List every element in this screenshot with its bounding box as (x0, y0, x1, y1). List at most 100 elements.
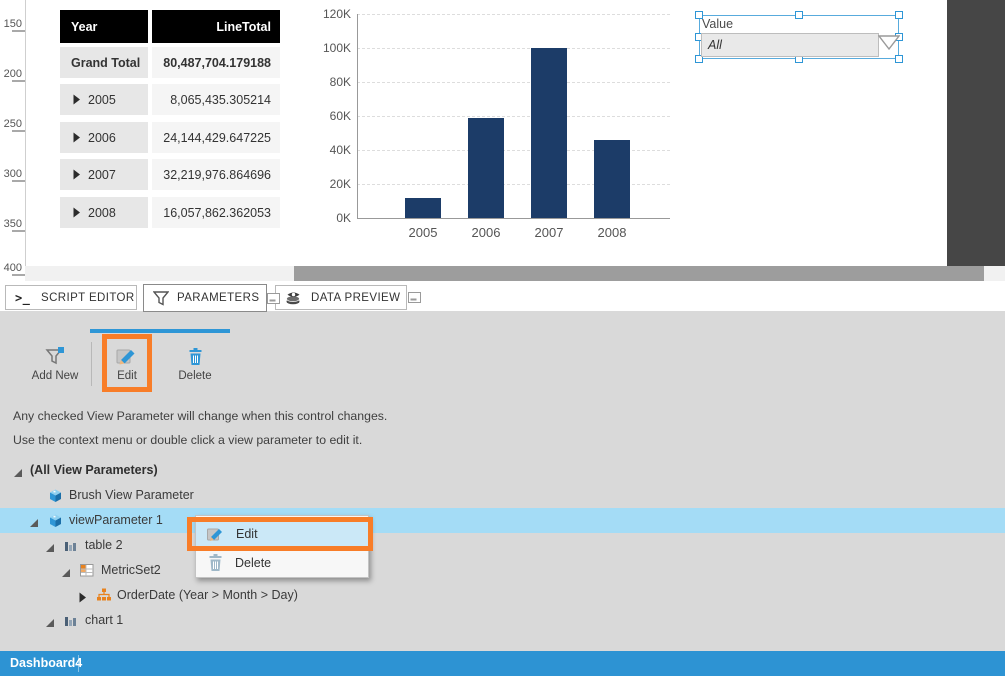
ruler-mark: 150 (0, 18, 22, 30)
tab-data-preview[interactable]: DATA PREVIEW (275, 285, 407, 310)
menu-item-label: Delete (235, 556, 271, 570)
hierarchy-icon (96, 588, 112, 602)
y-axis-tick-label: 120K (307, 7, 351, 21)
parameters-panel: Add NewEditDelete Any checked View Param… (0, 311, 1005, 651)
ruler-tick (12, 30, 25, 32)
expand-icon[interactable] (77, 590, 87, 608)
tab-script-editor[interactable]: >_SCRIPT EDITOR (5, 285, 137, 310)
ruler-mark: 250 (0, 118, 22, 130)
filter-label: Value (702, 17, 733, 31)
scrollbar-thumb[interactable] (294, 266, 984, 281)
popout-icon[interactable] (408, 292, 421, 303)
active-tab-indicator (90, 329, 230, 333)
chart-gridline (357, 116, 670, 117)
popout-icon[interactable] (267, 293, 280, 304)
table-row-value[interactable]: 8,065,435.305214 (152, 84, 280, 115)
tree-item-viewparameter-1[interactable]: viewParameter 1 (0, 508, 1005, 533)
y-axis-tick-label: 20K (307, 177, 351, 191)
ruler-tick (12, 80, 25, 82)
add-new-button[interactable]: Add New (23, 342, 87, 382)
ruler-mark: 400 (0, 262, 22, 274)
collapse-icon[interactable] (45, 615, 55, 633)
y-axis-tick-label: 100K (307, 41, 351, 55)
delete-icon-gray (207, 553, 224, 572)
table-row-label[interactable]: 2008 (60, 197, 148, 228)
chart-icon (64, 538, 77, 552)
tab-label: DATA PREVIEW (311, 292, 400, 304)
resize-handle[interactable] (795, 11, 803, 19)
dashboard-tab[interactable]: Dashboard4 (10, 651, 82, 676)
collapse-icon[interactable] (45, 540, 55, 558)
metricset-icon (80, 563, 94, 577)
y-axis-tick-label: 80K (307, 75, 351, 89)
status-bar: Dashboard4 (0, 651, 1005, 676)
table-row-label[interactable]: 2007 (60, 159, 148, 190)
tree-item-chart-1[interactable]: chart 1 (0, 608, 1005, 633)
dashboard-designer: 150200250300350400 YearLineTotalGrand To… (0, 0, 1005, 676)
horizontal-scrollbar[interactable] (25, 266, 1005, 281)
table-row-value[interactable]: 16,057,862.362053 (152, 197, 280, 228)
table-row-label[interactable]: 2005 (60, 84, 148, 115)
chevron-down-icon[interactable] (878, 35, 900, 56)
ruler-tick (12, 180, 25, 182)
tree-item-label: chart 1 (85, 613, 123, 627)
panel-description-1: Any checked View Parameter will change w… (13, 409, 387, 423)
cube-icon (48, 513, 63, 528)
tree-item-table-2[interactable]: table 2 (0, 533, 1005, 558)
ruler-tick (12, 274, 25, 276)
table-row-label[interactable]: Grand Total (60, 47, 148, 78)
row-expander-icon[interactable] (71, 207, 81, 218)
tab-label: PARAMETERS (177, 292, 259, 304)
table-row-value[interactable]: 32,219,976.864696 (152, 159, 280, 190)
tree-item-label: MetricSet2 (101, 563, 161, 577)
funnel-icon (153, 291, 169, 306)
y-axis-line (357, 14, 358, 219)
row-expander-icon[interactable] (71, 169, 81, 180)
chart-bar-2008[interactable] (594, 140, 630, 218)
table-row-label[interactable]: 2006 (60, 122, 148, 153)
table-row-value[interactable]: 24,144,429.647225 (152, 122, 280, 153)
panel-tab-bar: >_SCRIPT EDITOR PARAMETERS DATA PREVIEW (0, 281, 1005, 311)
y-axis-tick-label: 0K (307, 211, 351, 225)
x-axis-category-label: 2008 (582, 225, 642, 240)
collapse-icon[interactable] (13, 465, 23, 483)
filter-value-dropdown[interactable]: All (701, 33, 879, 57)
chart-bar-2007[interactable] (531, 48, 567, 218)
design-canvas[interactable]: 150200250300350400 YearLineTotalGrand To… (0, 0, 1005, 281)
collapse-icon[interactable] (61, 565, 71, 583)
x-axis-category-label: 2005 (393, 225, 453, 240)
script-icon: >_ (15, 290, 33, 306)
chart-bar-2005[interactable] (405, 198, 441, 218)
ruler-border (25, 0, 26, 266)
annotation-box-edit-button (102, 334, 152, 392)
ruler-mark: 300 (0, 168, 22, 180)
row-expander-icon[interactable] (71, 94, 81, 105)
tree-item-orderdate-year-month-day-[interactable]: OrderDate (Year > Month > Day) (0, 583, 1005, 608)
delete-button[interactable]: Delete (163, 342, 227, 382)
row-expander-icon[interactable] (71, 132, 81, 143)
svg-text:>_: >_ (15, 291, 31, 306)
table-row-value[interactable]: 80,487,704.179188 (152, 47, 280, 78)
table-header-year[interactable]: Year (60, 10, 148, 43)
tree-item-metricset2[interactable]: MetricSet2 (0, 558, 1005, 583)
tree-item-brush-view-parameter[interactable]: Brush View Parameter (0, 483, 1005, 508)
collapse-icon[interactable] (29, 515, 39, 533)
resize-handle[interactable] (895, 55, 903, 63)
annotation-box-edit-menu-item (187, 517, 373, 551)
x-axis-line (357, 218, 670, 219)
toolbar-separator (91, 342, 92, 386)
status-bar-separator (78, 655, 79, 672)
ruler-tick (12, 130, 25, 132)
cube-icon (48, 488, 63, 503)
panel-description-2: Use the context menu or double click a v… (13, 433, 362, 447)
ruler-mark: 200 (0, 68, 22, 80)
resize-handle[interactable] (895, 11, 903, 19)
context-menu-delete[interactable]: Delete (196, 549, 368, 576)
table-header-linetotal[interactable]: LineTotal (152, 10, 280, 43)
chart-bar-2006[interactable] (468, 118, 504, 218)
tab-parameters[interactable]: PARAMETERS (143, 284, 267, 312)
tree-item--all-view-parameters-[interactable]: (All View Parameters) (0, 458, 1005, 483)
data-preview-icon (285, 290, 303, 305)
add-filter-icon (45, 346, 65, 366)
chart-gridline (357, 48, 670, 49)
